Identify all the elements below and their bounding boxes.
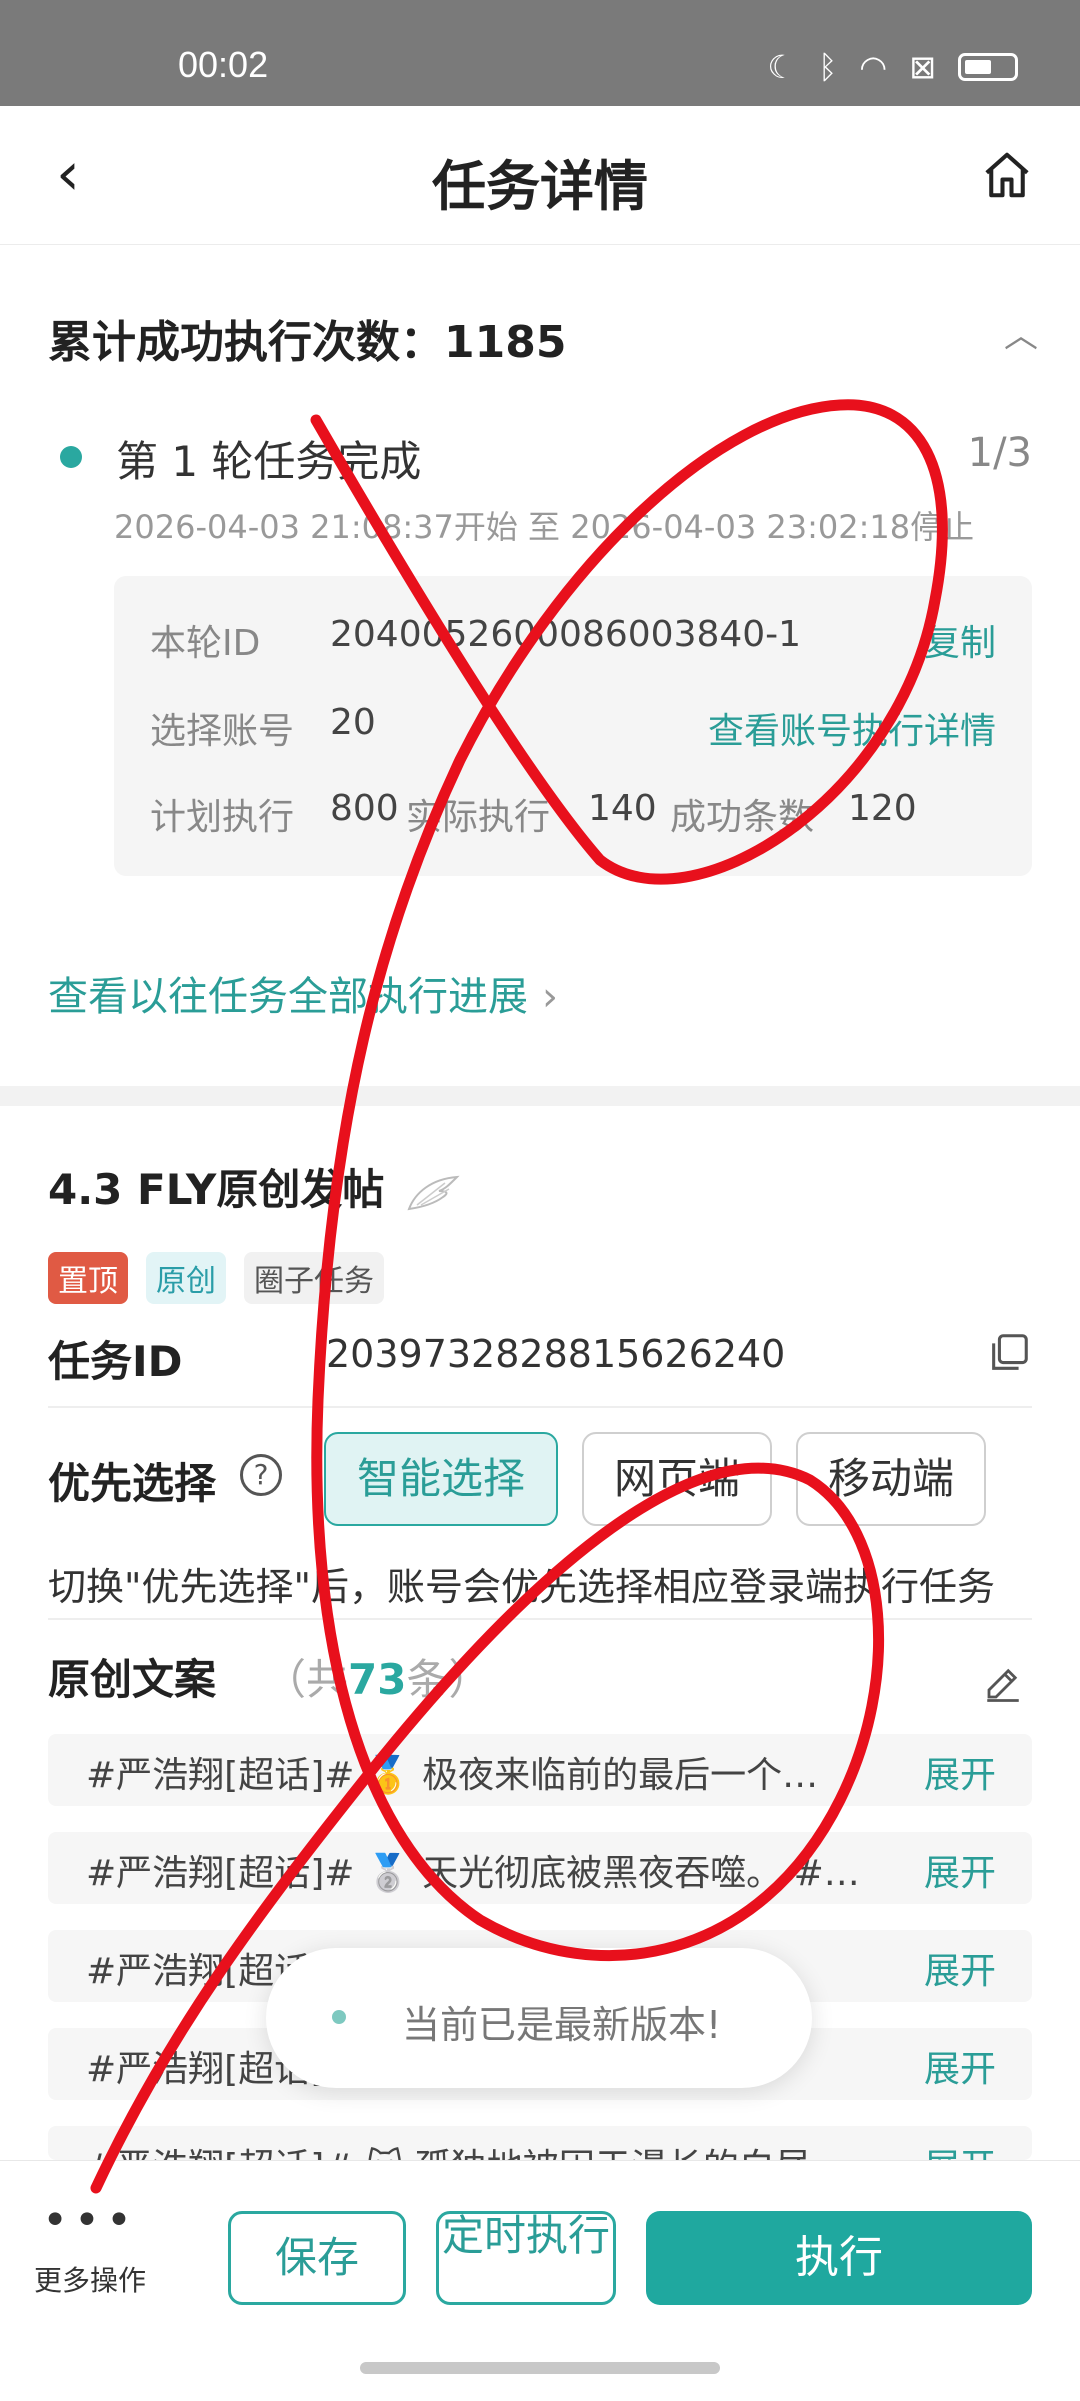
tag-circle-task: 圈子任务	[244, 1252, 384, 1304]
plan-label: 计划执行	[150, 797, 295, 838]
priority-smart-option[interactable]: 智能选择	[324, 1432, 558, 1526]
sim-off-icon: ⊠	[909, 48, 936, 86]
copy-round-id-button[interactable]: 复制	[924, 614, 996, 666]
execute-button[interactable]: 执行	[646, 2211, 1032, 2305]
save-button[interactable]: 保存	[228, 2211, 406, 2305]
task-id-label: 任务ID	[48, 1337, 183, 1386]
page-title: 任务详情	[432, 155, 648, 218]
priority-label: 优先选择	[48, 1459, 217, 1508]
tag-pinned: 置顶	[48, 1252, 128, 1304]
expand-button[interactable]: 展开	[924, 2138, 996, 2160]
loading-dot-icon	[332, 2010, 346, 2024]
wifi-icon: ◠	[859, 48, 888, 86]
round-id-label: 本轮ID	[150, 623, 261, 664]
round-time: 2026-04-03 21:08:37开始 至 2026-04-03 23:02…	[114, 508, 975, 546]
total-success-count: 累计成功执行次数：1185	[48, 317, 567, 368]
round-count: 1/3	[967, 430, 1032, 476]
nav-bar: ‹ 任务详情	[0, 106, 1080, 245]
copy-icon[interactable]	[986, 1330, 1032, 1376]
chevron-up-icon[interactable]: ︿	[1004, 308, 1038, 357]
copywriting-row: #严浩翔[超话]# 🐱 孤独地被困于漫长的白昼… 展开	[48, 2126, 1032, 2160]
account-detail-link[interactable]: 查看账号执行详情	[708, 702, 996, 754]
round-status-dot	[60, 446, 82, 468]
tag-original: 原创	[146, 1252, 226, 1304]
copywriting-row: #严浩翔[超话]# 🥈 天光彻底被黑夜吞噬。 #… 展开	[48, 1832, 1032, 1904]
actual-value: 140	[588, 788, 657, 829]
expand-button[interactable]: 展开	[924, 1746, 996, 1798]
expand-button[interactable]: 展开	[924, 1942, 996, 1994]
task-id-value: 2039732828815626240	[326, 1332, 786, 1376]
status-icons: ☾ ᛒ ◠ ⊠	[767, 48, 1018, 86]
copywriting-count: （共73条）	[264, 1655, 491, 1704]
execution-summary: 累计成功执行次数：1185 ︿ 第 1 轮任务完成 1/3 2026-04-03…	[0, 246, 1080, 1086]
status-bar: 00:02 ☾ ᛒ ◠ ⊠	[0, 0, 1080, 106]
battery-icon	[958, 53, 1018, 81]
round-detail-box: 本轮ID 2040052600086003840-1 复制 选择账号 20 查看…	[114, 576, 1032, 876]
status-time: 00:02	[178, 44, 269, 85]
more-actions-button[interactable]: ••• 更多操作	[30, 2195, 150, 2299]
success-value: 120	[848, 788, 917, 829]
round-title: 第 1 轮任务完成	[116, 437, 422, 486]
toast: 当前已是最新版本!	[266, 1948, 812, 2088]
home-icon[interactable]	[980, 148, 1034, 202]
task-tags: 置顶 原创 圈子任务	[48, 1252, 384, 1304]
edit-icon[interactable]	[982, 1662, 1024, 1704]
expand-button[interactable]: 展开	[924, 2040, 996, 2092]
wing-icon	[407, 1175, 460, 1210]
priority-note: 切换"优先选择"后，账号会优先选择相应登录端执行任务	[48, 1565, 995, 1609]
priority-web-option[interactable]: 网页端	[582, 1432, 772, 1526]
round-id-value: 2040052600086003840-1	[330, 614, 802, 655]
actual-label: 实际执行	[406, 797, 551, 838]
copywriting-title: 原创文案	[48, 1655, 217, 1704]
home-indicator	[360, 2362, 720, 2374]
plan-value: 800	[330, 788, 399, 829]
schedule-button[interactable]: 定时执行	[436, 2211, 616, 2305]
help-icon[interactable]: ?	[240, 1454, 282, 1496]
divider-line	[48, 1406, 1032, 1408]
divider-line	[48, 1618, 1032, 1620]
moon-icon: ☾	[767, 48, 797, 86]
more-dots-icon: •••	[42, 2195, 138, 2246]
task-name: 4.3 FLY原创发帖	[48, 1156, 461, 1217]
account-value: 20	[330, 702, 376, 743]
history-progress-link[interactable]: 查看以往任务全部执行进展 ›	[48, 964, 558, 1022]
toast-text: 当前已是最新版本!	[402, 2003, 722, 2047]
bluetooth-icon: ᛒ	[818, 48, 838, 86]
success-label: 成功条数	[670, 797, 815, 838]
expand-button[interactable]: 展开	[924, 1844, 996, 1896]
priority-mobile-option[interactable]: 移动端	[796, 1432, 986, 1526]
section-divider	[0, 1086, 1080, 1106]
chevron-right-icon: ›	[542, 974, 558, 1020]
copywriting-row: #严浩翔[超话]# 🥇 极夜来临前的最后一个… 展开	[48, 1734, 1032, 1806]
account-label: 选择账号	[150, 711, 295, 752]
